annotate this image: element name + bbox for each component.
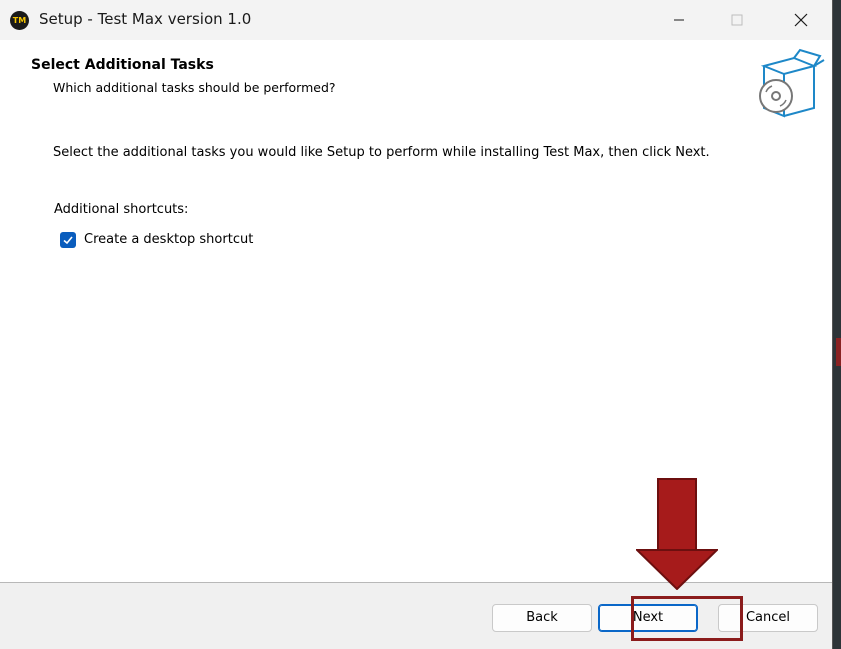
background-window-edge — [833, 0, 841, 649]
desktop-shortcut-checkbox[interactable] — [60, 232, 76, 248]
instructions-text: Select the additional tasks you would li… — [53, 145, 710, 160]
window-title: Setup - Test Max version 1.0 — [39, 10, 252, 28]
page-title: Select Additional Tasks — [31, 57, 214, 73]
minimize-button[interactable] — [656, 0, 702, 40]
setup-window: TM Setup - Test Max version 1.0 Select A… — [0, 0, 833, 649]
close-button[interactable] — [778, 0, 824, 40]
checkmark-icon — [63, 236, 73, 245]
group-label: Additional shortcuts: — [54, 202, 189, 217]
back-button[interactable]: Back — [492, 604, 592, 632]
annotation-arrow-head — [636, 549, 718, 590]
desktop-shortcut-label[interactable]: Create a desktop shortcut — [84, 232, 253, 247]
annotation-highlight-box — [631, 596, 743, 641]
minimize-icon — [674, 19, 684, 21]
software-box-icon — [759, 48, 825, 118]
app-icon: TM — [10, 11, 29, 30]
maximize-button[interactable] — [714, 0, 760, 40]
title-bar[interactable]: TM Setup - Test Max version 1.0 — [0, 0, 832, 40]
annotation-arrow-shaft — [657, 478, 697, 550]
close-icon — [794, 13, 808, 27]
page-subtitle: Which additional tasks should be perform… — [53, 80, 336, 95]
maximize-icon — [731, 14, 743, 26]
background-marker — [836, 338, 841, 366]
